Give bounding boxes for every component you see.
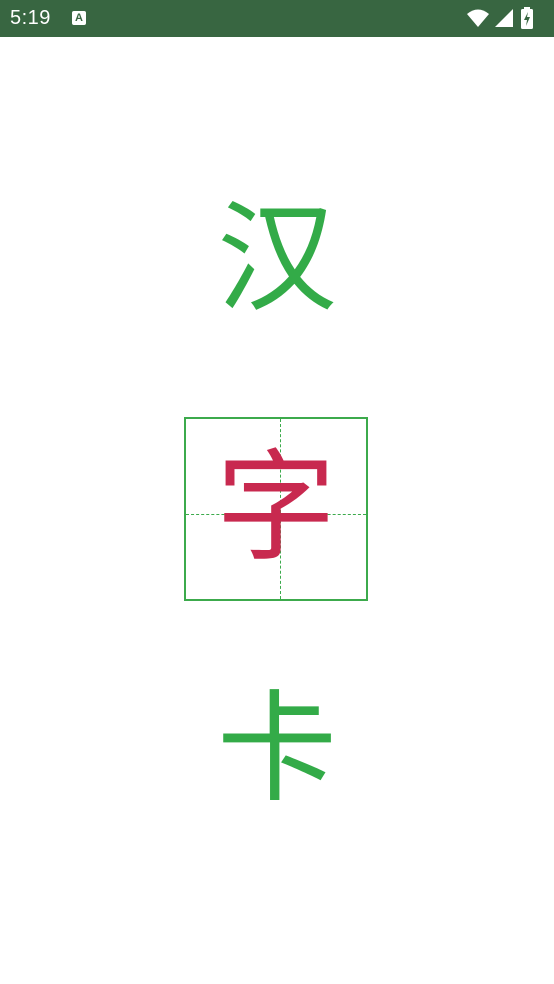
status-icons: [466, 7, 546, 29]
status-bar: 5:19 A: [0, 0, 554, 37]
battery-icon: [521, 7, 533, 29]
wifi-icon: [467, 9, 489, 27]
character-bottom[interactable]: 卡: [0, 675, 554, 825]
character-top[interactable]: 汉: [0, 185, 554, 335]
screen: 5:19 A 汉 字 卡: [0, 0, 554, 984]
signal-icon: [495, 9, 513, 27]
status-time: 5:19: [10, 7, 51, 29]
notification-a-icon: A: [72, 11, 86, 25]
character-grid-box[interactable]: 字: [184, 417, 368, 601]
character-middle: 字: [216, 439, 336, 578]
